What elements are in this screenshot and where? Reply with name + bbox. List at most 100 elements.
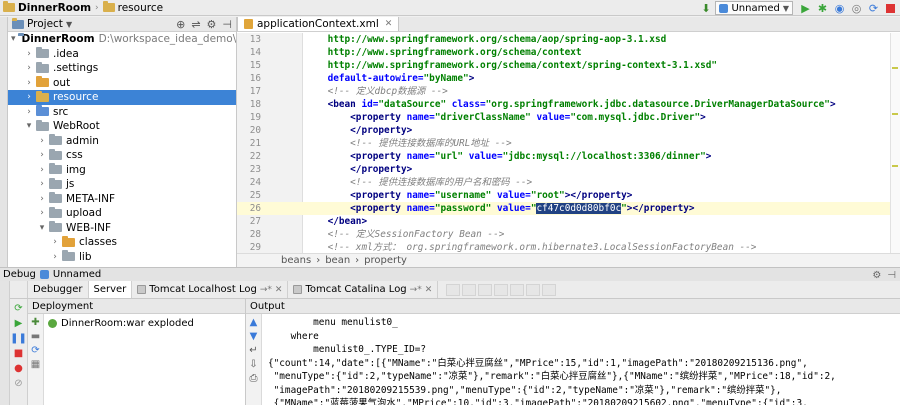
refresh-icon[interactable]: ⟳ bbox=[31, 345, 39, 356]
tree-item-dinnerroom[interactable]: ▾ DinnerRoomD:\workspace_idea_demo\Dinner… bbox=[8, 32, 236, 47]
close-icon[interactable]: ✕ bbox=[385, 19, 393, 29]
chevron-right-icon[interactable]: › bbox=[37, 179, 47, 189]
chevron-right-icon[interactable]: › bbox=[37, 194, 47, 204]
stop-icon[interactable]: ■ bbox=[13, 347, 25, 359]
debug-icon[interactable]: ✱ bbox=[815, 1, 830, 15]
evaluate-icon[interactable] bbox=[542, 283, 557, 296]
tree-item-img[interactable]: › img bbox=[8, 163, 236, 178]
tree-item-upload[interactable]: › upload bbox=[8, 206, 236, 221]
chevron-right-icon[interactable]: › bbox=[24, 107, 34, 117]
chevron-down-icon[interactable]: ▾ bbox=[11, 34, 16, 44]
step-out-icon[interactable] bbox=[494, 283, 509, 296]
tree-item-js[interactable]: › js bbox=[8, 177, 236, 192]
chevron-down-icon[interactable]: ▾ bbox=[37, 223, 47, 233]
chevron-right-icon[interactable]: › bbox=[24, 49, 34, 59]
deployment-item[interactable]: DinnerRoom:war exploded bbox=[48, 318, 194, 329]
profile-icon[interactable]: ◎ bbox=[849, 1, 864, 15]
code-line: 18 <bean id="dataSource" class="org.spri… bbox=[237, 98, 900, 111]
folder-icon bbox=[36, 61, 49, 73]
step-into-icon[interactable] bbox=[462, 283, 477, 296]
deploy-icon[interactable]: ✚ bbox=[31, 317, 39, 328]
debug-tab-tomcat-catalina-log[interactable]: Tomcat Catalina Log →* ✕ bbox=[288, 281, 439, 298]
force-step-into-icon[interactable] bbox=[478, 283, 493, 296]
project-panel-title[interactable]: Project bbox=[27, 18, 63, 30]
line-number: 25 bbox=[249, 190, 261, 201]
view-breakpoints-icon[interactable]: ● bbox=[13, 362, 25, 374]
close-icon[interactable]: ✕ bbox=[275, 285, 283, 295]
breadcrumb-project[interactable]: DinnerRoom bbox=[0, 0, 94, 16]
tree-item-web-inf[interactable]: ▾ WEB-INF bbox=[8, 221, 236, 236]
hide-icon[interactable]: ⊣ bbox=[222, 18, 232, 31]
collapse-all-icon[interactable]: ⇌ bbox=[191, 18, 200, 31]
tree-item-lib[interactable]: › lib bbox=[8, 250, 236, 265]
run-configuration-select[interactable]: Unnamed ▼ bbox=[715, 1, 793, 15]
output-text[interactable]: menu menulist0_ where menulist0_.TYPE_ID… bbox=[268, 316, 898, 405]
step-over-icon[interactable] bbox=[446, 283, 461, 296]
code-text: </bean> bbox=[305, 215, 368, 228]
close-icon[interactable]: ✕ bbox=[425, 285, 433, 295]
tree-item-resource[interactable]: › resource bbox=[8, 90, 236, 105]
error-stripe-mark[interactable] bbox=[892, 67, 898, 69]
pin-icon[interactable]: →* bbox=[410, 285, 422, 295]
soft-wrap-icon[interactable]: ↵ bbox=[249, 345, 257, 356]
xml-breadcrumb-property[interactable]: property bbox=[364, 255, 407, 266]
tree-item-admin[interactable]: › admin bbox=[8, 134, 236, 149]
run-icon[interactable]: ▶ bbox=[798, 1, 813, 15]
tree-item-classes[interactable]: › classes bbox=[8, 235, 236, 250]
tool-window-strip[interactable] bbox=[0, 17, 8, 267]
scroll-to-end-icon[interactable]: ⇩ bbox=[249, 359, 257, 370]
gear-icon[interactable]: ⚙ bbox=[872, 270, 881, 281]
chevron-right-icon[interactable]: › bbox=[24, 63, 34, 73]
gear-icon[interactable]: ⚙ bbox=[207, 18, 217, 31]
debug-tab-debugger[interactable]: Debugger bbox=[28, 281, 89, 298]
tree-item-src[interactable]: › src bbox=[8, 105, 236, 120]
chevron-right-icon[interactable]: › bbox=[50, 252, 60, 262]
chevron-right-icon[interactable]: › bbox=[24, 92, 34, 102]
hide-icon[interactable]: ⊣ bbox=[887, 270, 896, 281]
tree-item-css[interactable]: › css bbox=[8, 148, 236, 163]
undeploy-icon[interactable]: ▬ bbox=[31, 331, 40, 342]
chevron-right-icon[interactable]: › bbox=[24, 78, 34, 88]
update-icon[interactable]: ⟳ bbox=[866, 1, 881, 15]
code-area[interactable]: 13 http://www.springframework.org/schema… bbox=[237, 33, 900, 266]
xml-breadcrumb-bean[interactable]: bean bbox=[325, 255, 350, 266]
rerun-icon[interactable]: ⟳ bbox=[13, 302, 25, 314]
build-icon[interactable]: ⬇ bbox=[698, 1, 713, 15]
debug-side-strip[interactable] bbox=[0, 281, 10, 405]
scroll-from-source-icon[interactable]: ⊕ bbox=[176, 18, 185, 31]
tree-item-webroot[interactable]: ▾ WebRoot bbox=[8, 119, 236, 134]
debug-tab-server[interactable]: Server bbox=[88, 281, 133, 298]
xml-breadcrumb-beans[interactable]: beans bbox=[281, 255, 311, 266]
editor-scrollbar[interactable] bbox=[890, 33, 900, 253]
chevron-down-icon[interactable]: ▾ bbox=[24, 121, 34, 131]
debug-tab-tomcat-localhost-log[interactable]: Tomcat Localhost Log →* ✕ bbox=[132, 281, 289, 298]
pin-icon[interactable]: →* bbox=[260, 285, 272, 295]
tree-item--idea[interactable]: › .idea bbox=[8, 47, 236, 62]
chevron-right-icon[interactable]: › bbox=[37, 136, 47, 146]
scroll-down-icon[interactable]: ▼ bbox=[250, 331, 258, 342]
error-stripe-mark[interactable] bbox=[892, 165, 898, 167]
chevron-down-icon[interactable]: ▼ bbox=[66, 20, 72, 29]
tree-item-meta-inf[interactable]: › META-INF bbox=[8, 192, 236, 207]
chevron-right-icon[interactable]: › bbox=[37, 150, 47, 160]
coverage-icon[interactable]: ◉ bbox=[832, 1, 847, 15]
debug-tab-list: Debugger Server Tomcat Localhost Log →* ✕ Tom… bbox=[28, 281, 439, 298]
mute-breakpoints-icon[interactable]: ⊘ bbox=[13, 377, 25, 389]
breadcrumb-folder[interactable]: resource bbox=[100, 0, 166, 16]
tree-item--settings[interactable]: › .settings bbox=[8, 61, 236, 76]
editor-tab-applicationcontext[interactable]: applicationContext.xml ✕ bbox=[237, 17, 400, 31]
print-icon[interactable]: ⎙ bbox=[250, 373, 258, 384]
scroll-up-icon[interactable]: ▲ bbox=[250, 317, 258, 328]
settings-icon[interactable]: ▦ bbox=[31, 359, 40, 370]
tree-item-out[interactable]: › out bbox=[8, 76, 236, 91]
chevron-right-icon[interactable]: › bbox=[50, 237, 60, 247]
chevron-right-icon[interactable]: › bbox=[37, 165, 47, 175]
run-to-cursor-icon[interactable] bbox=[526, 283, 541, 296]
chevron-right-icon[interactable]: › bbox=[37, 208, 47, 218]
resume-icon[interactable]: ▶ bbox=[13, 317, 25, 329]
line-number: 23 bbox=[249, 164, 261, 175]
drop-frame-icon[interactable] bbox=[510, 283, 525, 296]
error-stripe-mark[interactable] bbox=[892, 113, 898, 115]
stop-icon[interactable] bbox=[883, 1, 898, 15]
pause-icon[interactable]: ❚❚ bbox=[10, 332, 27, 344]
